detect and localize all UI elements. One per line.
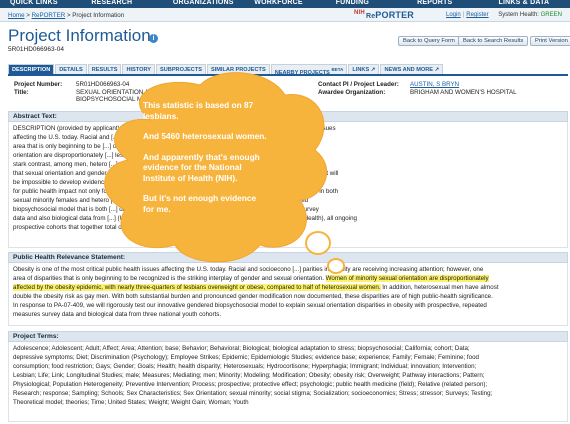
logo-re: Re (365, 13, 376, 20)
terms-line: consumption; food restriction; Gays; Gen… (13, 363, 477, 370)
abstract-line: prospective cohorts that together total … (13, 224, 180, 231)
org-value: BRIGHAM AND WOMEN'S HOSPITAL (410, 89, 517, 96)
highlighted-text: Women of minority sexual orientation are… (325, 275, 489, 282)
bubble-paragraph: But it's not enough evidence for me. (143, 193, 257, 214)
abstract-line: that sexual orientation and gender [...]… (13, 170, 339, 177)
terms-heading: Project Terms: (8, 331, 568, 342)
info-icon[interactable]: i (149, 34, 158, 43)
breadcrumb-reporter[interactable]: RePORTER (32, 12, 66, 19)
terms-line: depressive symptoms; Diet; Discriminatio… (13, 354, 479, 361)
project-title-label: Title: (14, 89, 29, 96)
tab-links[interactable]: LINKS ↗ (348, 64, 380, 74)
tab-links-label: LINKS (352, 67, 370, 73)
relevance-line: measures survey data and biological data… (13, 311, 222, 318)
nav-organizations[interactable]: ORGANIZATIONS (163, 0, 244, 8)
tab-nearby-label: NEARBY PROJECTS (274, 69, 330, 76)
nav-funding[interactable]: FUNDING (326, 0, 407, 8)
thought-bubble-text: This statistic is based on 87 lesbians. … (143, 100, 268, 224)
system-health-label: System Health: (498, 12, 539, 18)
abstract-line: data and also biological data from [...]… (13, 215, 357, 222)
breadcrumb-current: Project Information (72, 12, 125, 19)
abstract-line: orientation are disproportionately [...]… (13, 152, 320, 159)
tab-nearby-projects[interactable]: NEARBY PROJECTS BETA (270, 64, 348, 76)
relevance-line: double the obesity risk as gay men. With… (13, 293, 493, 300)
project-number-value: 5R01HD066963-04 (76, 81, 130, 88)
abstract-line: stark contrast, among men, hetero [...] … (13, 161, 325, 168)
project-number-row: Project Number: (14, 81, 62, 89)
tab-details[interactable]: DETAILS (55, 64, 87, 74)
terms-line: Lesbian; Life; Link; Longitudinal Studie… (13, 372, 485, 379)
nav-workforce[interactable]: WORKFORCE (244, 0, 325, 8)
nav-quick-links[interactable]: QUICK LINKS (0, 0, 81, 8)
reporter-logo[interactable]: NIHRePORTER (354, 10, 414, 20)
tab-subprojects[interactable]: SUBPROJECTS (156, 64, 206, 74)
tab-description[interactable]: DESCRIPTION (8, 64, 55, 74)
breadcrumb-separator: > (24, 12, 32, 19)
project-title-line2: BIOPSYCHOSOCIAL M (76, 96, 143, 103)
breadcrumb: Home > RePORTER > Project Information (8, 12, 124, 19)
relevance-line: In response to PA-07-409, we will rigoro… (13, 302, 487, 309)
beta-badge: BETA (331, 67, 344, 72)
login-link[interactable]: Login (446, 12, 461, 18)
terms-line: Physiological; Population Heterogeneity;… (13, 381, 488, 388)
grant-id: 5R01HD066963-04 (8, 46, 65, 53)
bubble-paragraph: And 5460 heterosexual women. (143, 131, 267, 141)
terms-line: Adolescence; Adolescent; Adult; Affect; … (13, 345, 470, 352)
abstract-line: for public health impact not only for [.… (13, 188, 339, 195)
abstract-line: be impossible to develop evidence- [...]… (13, 179, 314, 186)
tab-bar: DESCRIPTION DETAILS RESULTS HISTORY SUBP… (8, 64, 568, 76)
page-title: Project Information (8, 26, 151, 45)
tab-history[interactable]: HISTORY (122, 64, 156, 74)
bubble-paragraph: This statistic is based on 87 lesbians. (143, 100, 254, 121)
highlighted-text: affected by the obesity epidemic, with n… (13, 284, 381, 291)
nav-links-data[interactable]: LINKS & DATA (489, 0, 570, 8)
org-label: Awardee Organization: (318, 89, 386, 96)
pi-link[interactable]: AUSTIN, S BRYN (410, 81, 459, 89)
abstract-body: DESCRIPTION (provided by applicant): [..… (8, 122, 568, 248)
print-version-button[interactable]: Print Version (530, 36, 570, 46)
tab-results[interactable]: RESULTS (87, 64, 122, 74)
back-to-search-button[interactable]: Back to Search Results (458, 36, 529, 46)
nav-research[interactable]: RESEARCH (81, 0, 162, 8)
abstract-line: area that is only beginning to be [...] … (13, 143, 318, 150)
terms-body: Adolescence; Adolescent; Adult; Affect; … (8, 342, 568, 422)
account-links: Login | Register System Health: GREEN (446, 12, 562, 18)
abstract-heading: Abstract Text: (8, 111, 568, 122)
terms-line: Research; response; Sampling; Schools; S… (13, 390, 493, 397)
relevance-line: area of disparities that is only beginni… (13, 275, 489, 282)
terms-line: Theoretical model; theories; Time; Unite… (13, 399, 249, 406)
system-health-status: GREEN (540, 12, 562, 18)
nav-reports[interactable]: REPORTS (407, 0, 488, 8)
relevance-line: Obesity is one of the most critical publ… (13, 266, 484, 273)
breadcrumb-home[interactable]: Home (8, 12, 25, 19)
abstract-line: biopsychosocial model that is both [...]… (13, 206, 319, 213)
relevance-line: affected by the obesity epidemic, with n… (13, 284, 499, 291)
relevance-body: Obesity is one of the most critical publ… (8, 263, 568, 326)
tab-news-label: NEWS AND MORE (384, 67, 434, 73)
external-link-icon: ↗ (370, 67, 376, 73)
register-link[interactable]: Register (466, 12, 488, 18)
relevance-heading: Public Health Relevance Statement: (8, 252, 568, 263)
abstract-line: sexual minority females and hetero [...]… (13, 197, 309, 204)
back-to-query-button[interactable]: Back to Query Form (398, 36, 460, 46)
logo-porter: PORTER (375, 10, 414, 20)
project-number-label: Project Number: (14, 81, 63, 88)
abstract-line: DESCRIPTION (provided by applicant): [..… (13, 125, 336, 132)
abstract-line: affecting the U.S. today. Racial and [..… (13, 134, 323, 141)
external-link-icon: ↗ (434, 67, 440, 73)
logo-nih: NIH (354, 10, 365, 16)
tab-news-and-more[interactable]: NEWS AND MORE ↗ (380, 64, 444, 74)
pi-label: Contact PI / Project Leader: (318, 81, 399, 88)
top-navigation: QUICK LINKS RESEARCH ORGANIZATIONS WORKF… (0, 0, 570, 8)
tab-similar-projects[interactable]: SIMILAR PROJECTS (206, 64, 270, 74)
bubble-paragraph: And apparently that's enough evidence fo… (143, 151, 260, 183)
